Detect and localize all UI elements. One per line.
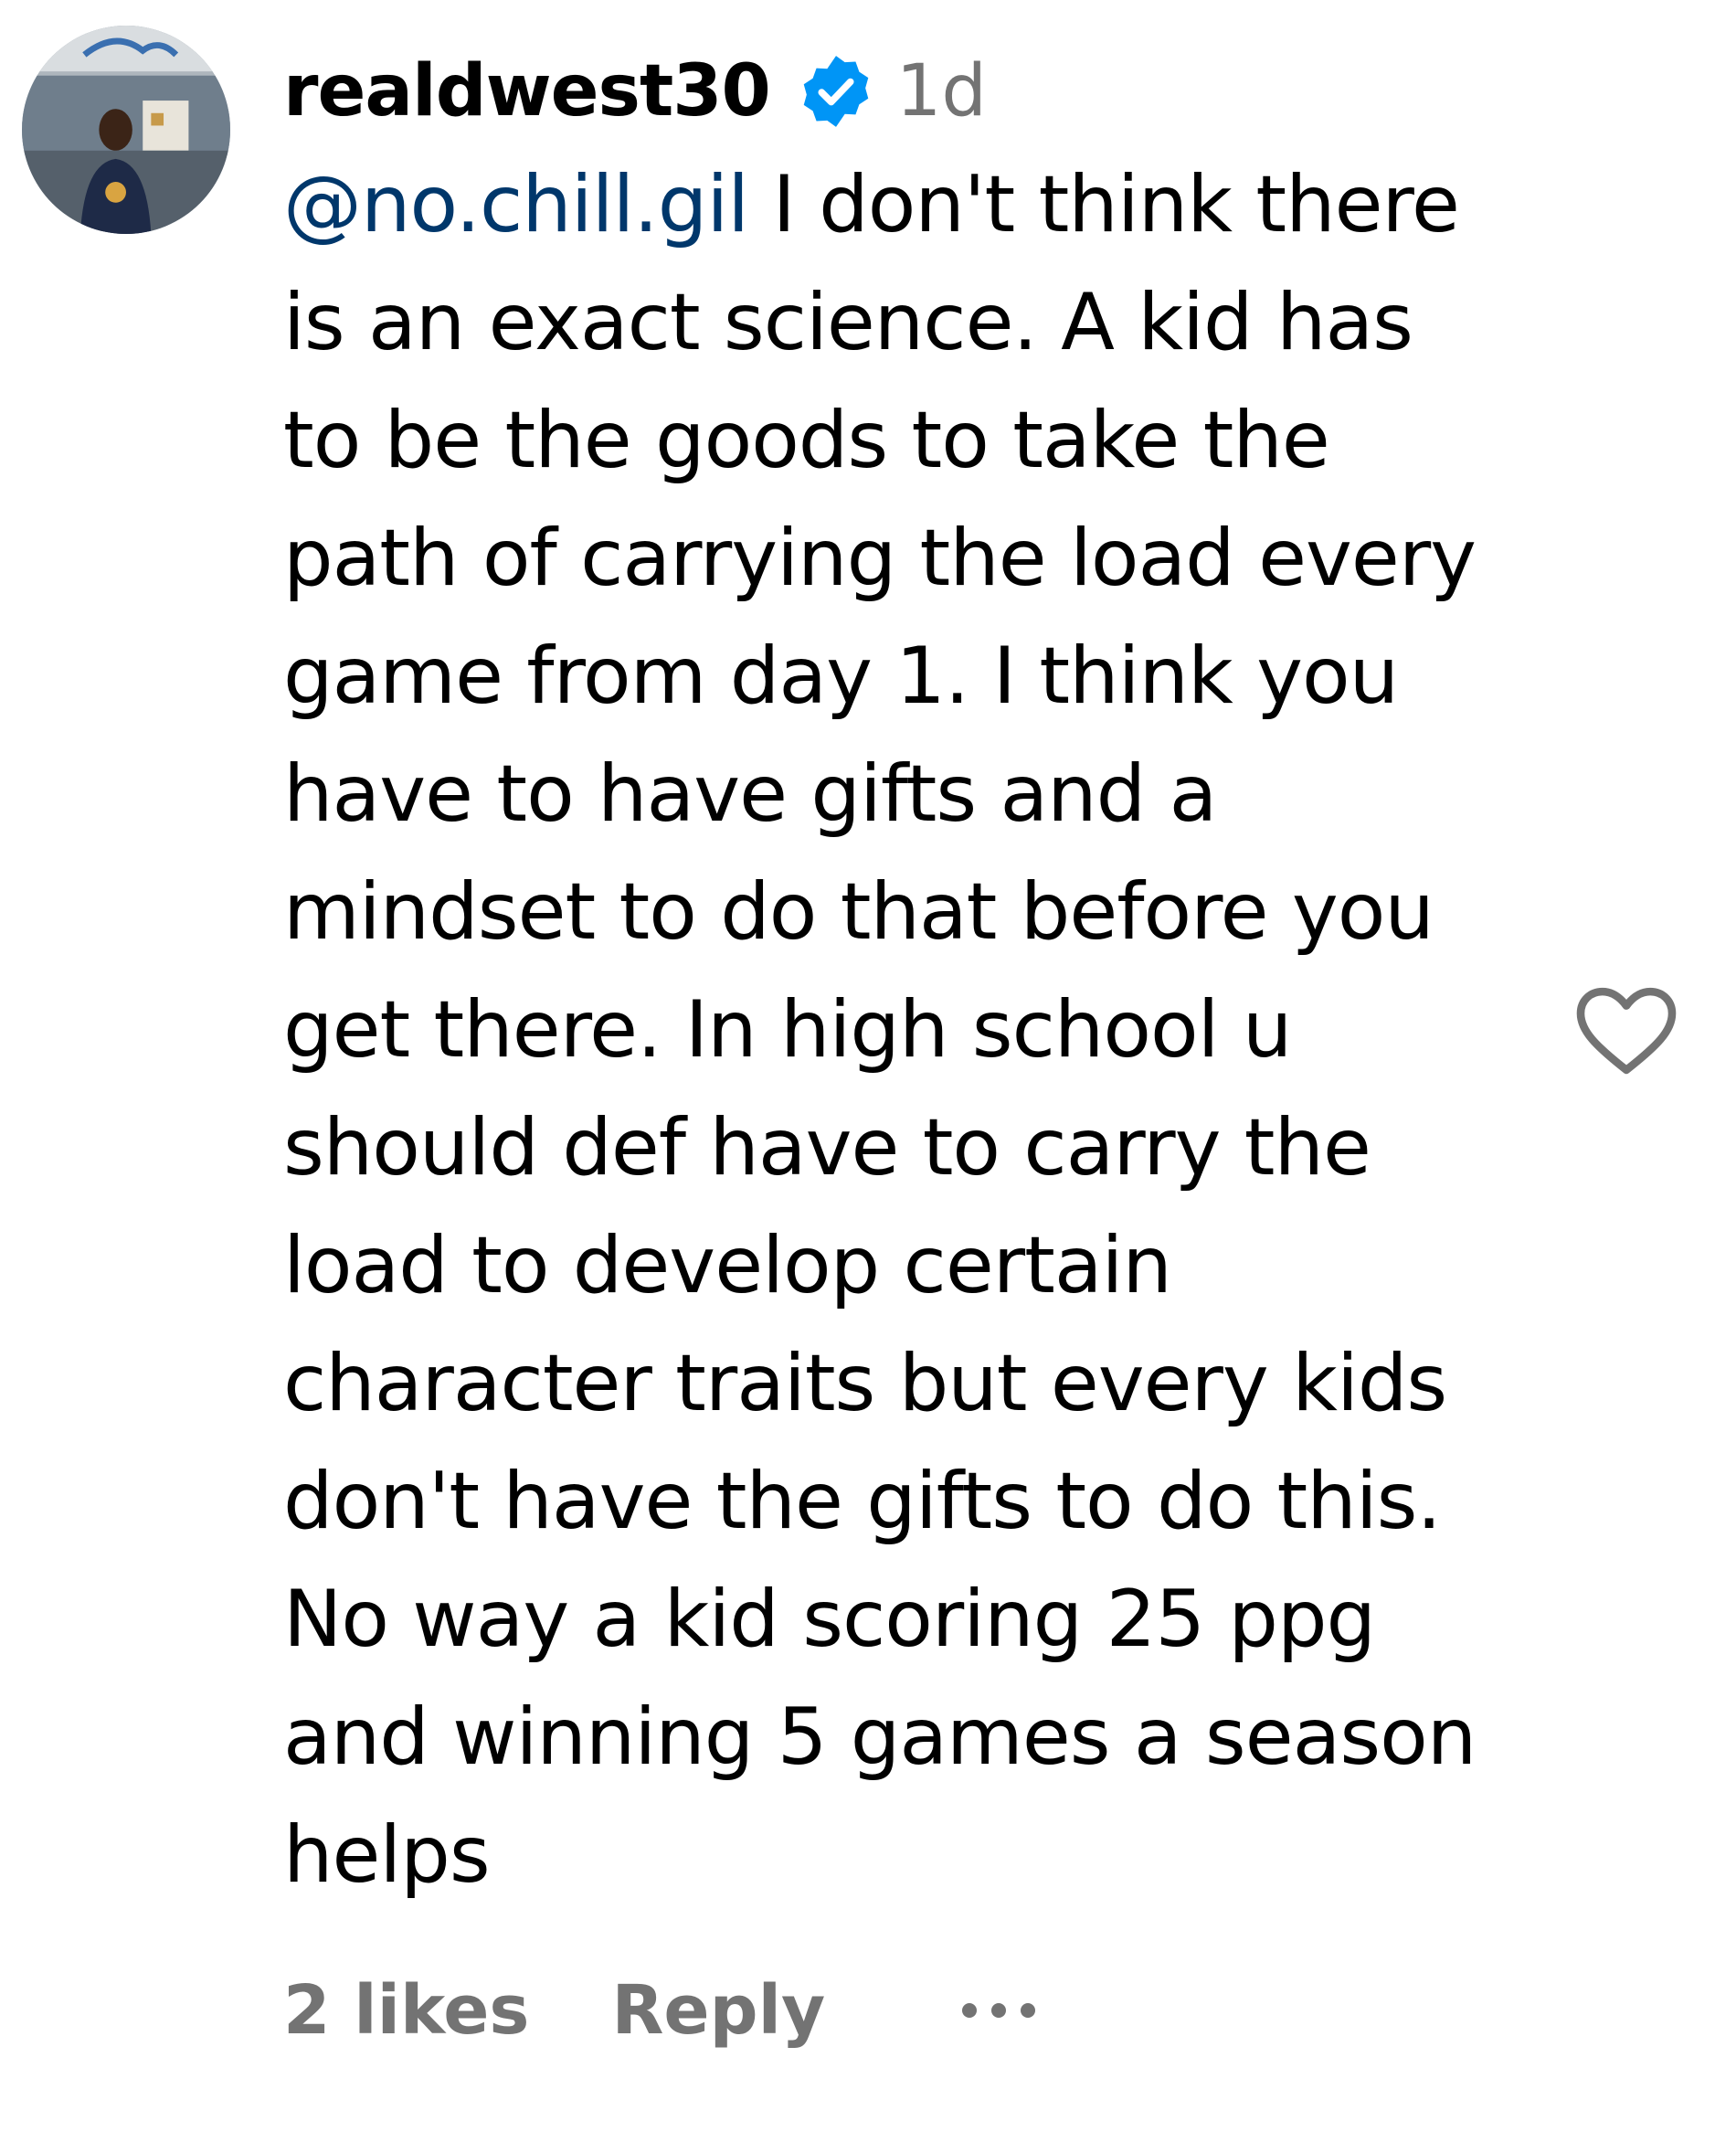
comment-line: helps [283,1809,491,1901]
reply-button[interactable]: Reply [611,1971,825,2050]
comment-line: to be the goods to take the [283,395,1330,486]
comment-line-text: I don't think there [748,159,1459,250]
heart-outline-icon [1576,987,1677,1075]
comment-line: game from day 1. I think you [283,631,1399,722]
comment-line: mindset to do that before you [283,866,1434,958]
comment-line: character traits but every kids [283,1338,1447,1429]
comment-line: don't have the gifts to do this. [283,1456,1442,1547]
comment-line: should def have to carry the [283,1102,1371,1193]
comment-text: @no.chill.gil I don't think there is an … [283,146,1526,1914]
comment-header: realdwest30 1d [283,37,1526,146]
mention-link[interactable]: @no.chill.gil [283,159,749,250]
comment-line: No way a kid scoring 25 ppg [283,1574,1376,1665]
verified-badge-icon [798,53,874,130]
comment-line: and winning 5 games a season [283,1692,1477,1783]
comment: realdwest30 1d @no.chill.gil I don't thi… [0,0,1736,2153]
dot [1021,2003,1036,2018]
comment-footer: 2 likes Reply [283,1965,1036,2056]
comment-line: get there. In high school u [283,984,1292,1076]
comment-line: have to have gifts and a [283,748,1217,840]
avatar[interactable] [22,26,230,234]
comment-line: is an exact science. A kid has [283,277,1413,368]
more-options-icon[interactable] [962,1992,1036,2029]
username[interactable]: realdwest30 [283,50,771,133]
comment-body: realdwest30 1d @no.chill.gil I don't thi… [283,37,1526,1914]
comment-line: @no.chill.gil I don't think there [283,146,1526,264]
dot [962,2003,978,2018]
avatar-photo [22,26,230,234]
comment-line: path of carrying the load every [283,513,1477,604]
like-button[interactable] [1573,985,1679,1076]
timestamp[interactable]: 1d [896,50,987,133]
likes-count[interactable]: 2 likes [283,1971,529,2050]
comment-line: load to develop certain [283,1220,1172,1311]
dot [991,2003,1007,2018]
